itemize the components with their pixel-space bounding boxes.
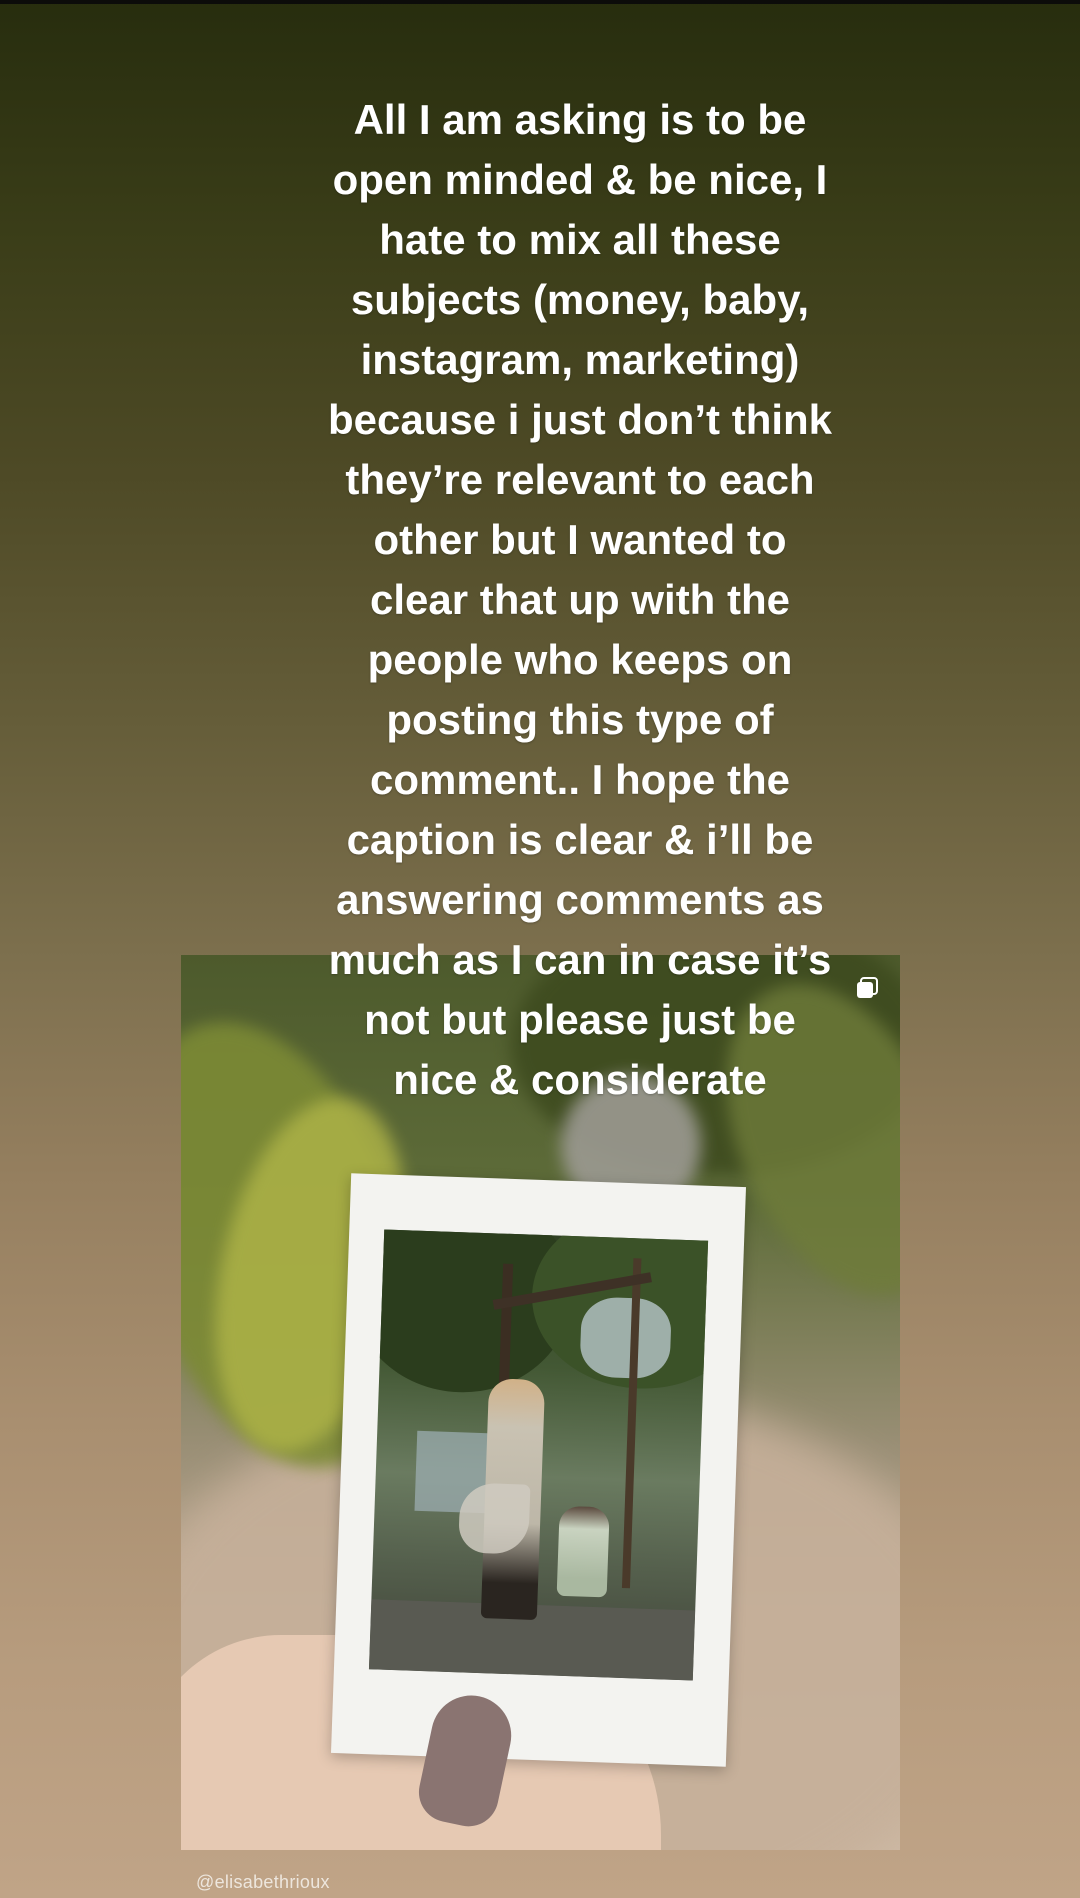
story-caption-text: All I am asking is to be open minded & b… [327, 96, 833, 1103]
sky-patch [579, 1296, 673, 1380]
top-edge [0, 0, 1080, 4]
child-figure [556, 1505, 610, 1598]
post-author-username[interactable]: @elisabethrioux [196, 1872, 330, 1893]
polaroid-image [368, 1229, 709, 1681]
polaroid-photo [330, 1173, 747, 1767]
